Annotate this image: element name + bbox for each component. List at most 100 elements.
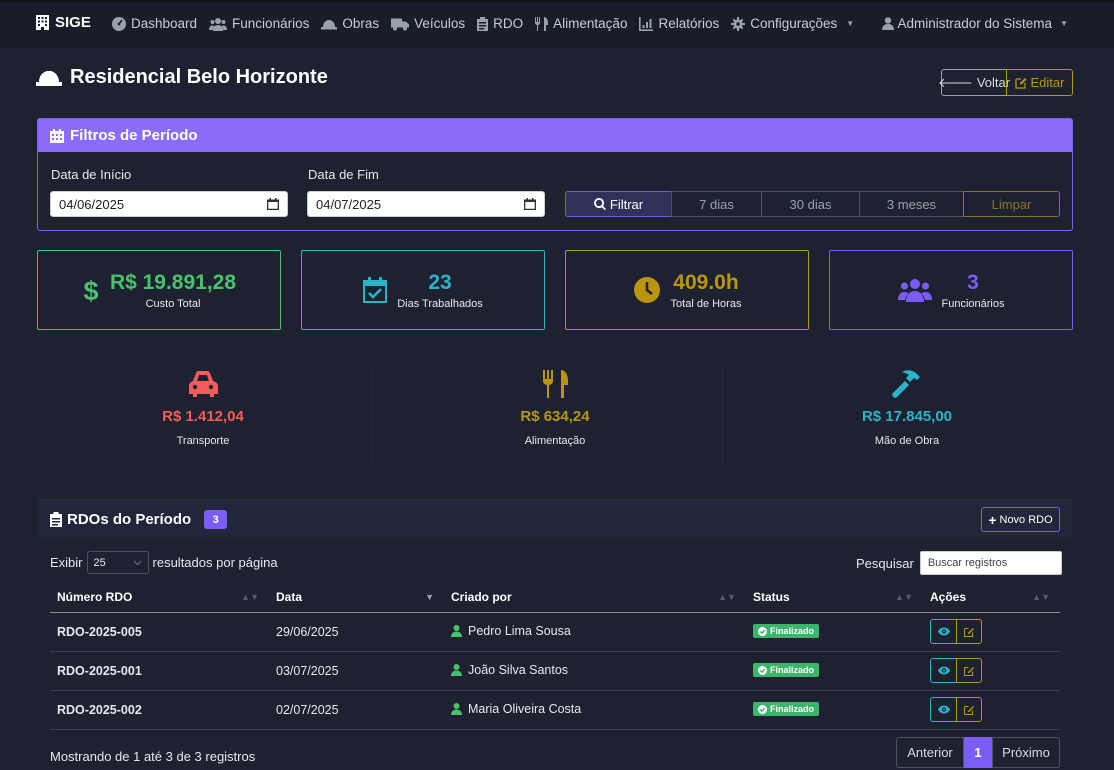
food-cost-value: R$ 634,24 — [520, 408, 590, 425]
nav-rdo-label: RDO — [493, 16, 524, 31]
cell-acoes — [923, 690, 1060, 730]
food-cost: R$ 634,24 Alimentação — [388, 370, 722, 447]
page-size-select[interactable]: 25 — [86, 551, 149, 574]
prev-page-button[interactable]: Anterior — [896, 737, 964, 768]
view-button[interactable] — [930, 697, 957, 722]
nav-obras[interactable]: Obras — [321, 16, 379, 31]
table-row: RDO-2025-002 02/07/2025 Maria Oliveira C… — [50, 690, 1060, 730]
labor-cost-value: R$ 17.845,00 — [861, 408, 953, 425]
edit-button[interactable] — [956, 697, 982, 722]
total-hours-label: Total de Horas — [670, 298, 742, 310]
range-3-months-button[interactable]: 3 meses — [859, 191, 964, 217]
cell-data: 29/06/2025 — [269, 612, 444, 652]
date-range-button-group: Filtrar 7 dias 30 dias 3 meses Limpar — [565, 191, 1060, 217]
end-date-input[interactable]: 04/07/2025 — [307, 191, 545, 217]
column-header-data[interactable]: Data ▼ — [269, 583, 444, 613]
filter-card-title: Filtros de Período — [70, 127, 198, 144]
nav-funcionarios[interactable]: Funcionários — [209, 16, 309, 31]
next-page-button[interactable]: Próximo — [992, 737, 1060, 768]
edit-button[interactable]: Editar — [1006, 69, 1073, 96]
column-header-label: Número RDO — [57, 590, 133, 605]
dollar-icon: $ — [83, 276, 98, 305]
nav-obras-label: Obras — [342, 16, 380, 31]
filter-card-header: Filtros de Período — [38, 119, 1072, 152]
chart-icon — [639, 16, 654, 31]
search-control: Pesquisar Buscar registros — [856, 551, 1062, 575]
range-30-days-button[interactable]: 30 dias — [761, 191, 860, 217]
users-icon — [209, 17, 228, 31]
cell-acoes — [923, 612, 1060, 652]
nav-relatorios[interactable]: Relatórios — [639, 16, 719, 31]
period-filter-card: Filtros de Período Data de Início 04/06/… — [37, 118, 1073, 231]
stat-card-total-hours: 409.0h Total de Horas — [565, 250, 809, 330]
search-label: Pesquisar — [856, 555, 914, 571]
divider — [722, 364, 723, 464]
column-header-label: Criado por — [451, 590, 512, 605]
days-worked-value: 23 — [428, 271, 452, 294]
status-text: Finalizado — [770, 665, 815, 676]
cell-data: 03/07/2025 — [269, 651, 444, 691]
clear-filter-button[interactable]: Limpar — [963, 191, 1060, 217]
nav-configuracoes[interactable]: Configurações ▼ — [731, 16, 854, 31]
view-button[interactable] — [930, 619, 957, 644]
user-menu[interactable]: Administrador do Sistema ▼ — [881, 16, 1068, 31]
column-header-status[interactable]: Status ▲▼ — [746, 583, 923, 613]
nav-veiculos[interactable]: Veículos — [391, 16, 465, 31]
hard-hat-icon — [321, 19, 338, 29]
search-input[interactable]: Buscar registros — [919, 551, 1062, 575]
column-header-acoes[interactable]: Ações ▲▼ — [923, 583, 1060, 613]
table-header-row: Número RDO ▲▼ Data ▼ Criado por ▲▼ Status ▲▼… — [50, 583, 1060, 613]
new-rdo-button[interactable]: + Novo RDO — [981, 507, 1060, 532]
page-size-value: 25 — [93, 556, 106, 569]
days-worked-label: Dias Trabalhados — [397, 298, 483, 310]
edit-button[interactable] — [956, 658, 982, 683]
hammer-icon — [892, 370, 920, 398]
column-header-label: Data — [276, 590, 303, 605]
edit-icon — [964, 627, 974, 637]
end-date-label: Data de Fim — [308, 167, 379, 182]
transport-cost-value: R$ 1.412,04 — [162, 408, 244, 425]
clock-icon — [633, 277, 660, 303]
page-1-button[interactable]: 1 — [964, 737, 992, 768]
top-navbar: SIGE Dashboard Funcionários Obras Veícul… — [0, 0, 1114, 48]
svg-text:$: $ — [83, 276, 98, 305]
brand-logo[interactable]: SIGE — [36, 14, 91, 31]
cell-criado-por: João Silva Santos — [444, 651, 746, 691]
food-cost-label: Alimentação — [524, 435, 586, 447]
divider — [371, 364, 372, 464]
eye-icon — [937, 705, 950, 714]
view-button[interactable] — [930, 658, 957, 683]
creator-name: Pedro Lima Sousa — [468, 623, 571, 638]
nav-funcionarios-label: Funcionários — [232, 16, 310, 31]
column-header-criado-por[interactable]: Criado por ▲▼ — [444, 583, 746, 613]
edit-button[interactable] — [956, 619, 982, 644]
back-button[interactable]: 🡐 Voltar — [937, 69, 1010, 96]
cell-status: Finalizado — [746, 612, 923, 652]
filter-button[interactable]: Filtrar — [565, 191, 672, 217]
status-badge: Finalizado — [753, 663, 820, 678]
edit-icon — [1014, 77, 1027, 89]
check-circle-icon — [758, 665, 767, 675]
column-header-numero[interactable]: Número RDO ▲▼ — [50, 583, 269, 613]
nav-dashboard-label: Dashboard — [131, 16, 198, 31]
arrow-left-icon: 🡐 — [937, 74, 973, 90]
start-date-input[interactable]: 04/06/2025 — [50, 191, 288, 217]
status-badge: Finalizado — [753, 702, 820, 717]
clipboard-icon — [477, 16, 489, 31]
nav-alimentacao[interactable]: Alimentação — [535, 16, 627, 31]
brand-name: SIGE — [55, 14, 91, 31]
range-7-days-button[interactable]: 7 dias — [671, 191, 762, 217]
total-hours-value: 409.0h — [673, 271, 739, 294]
building-icon — [36, 15, 49, 30]
nav-rdo[interactable]: RDO — [477, 16, 523, 31]
chevron-down-icon: ▼ — [1060, 19, 1068, 28]
cell-acoes — [923, 651, 1060, 691]
cell-numero: RDO-2025-005 — [50, 612, 269, 652]
calendar-icon — [524, 198, 536, 210]
cell-status: Finalizado — [746, 651, 923, 691]
user-icon — [881, 17, 894, 30]
new-rdo-button-label: Novo RDO — [999, 513, 1053, 526]
search-icon — [593, 198, 606, 210]
nav-dashboard[interactable]: Dashboard — [112, 16, 197, 31]
total-cost-label: Custo Total — [145, 298, 201, 310]
